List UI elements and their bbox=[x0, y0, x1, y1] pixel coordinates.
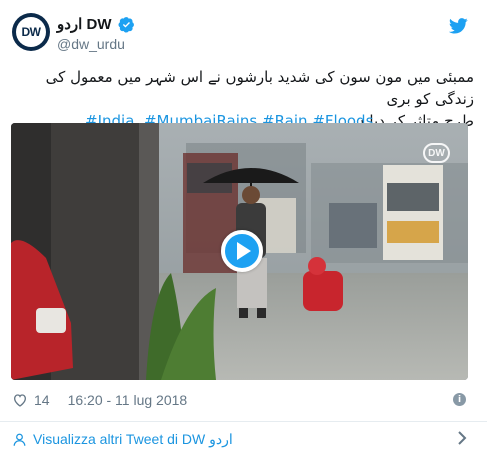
more-tweets-label[interactable]: Visualizza altri Tweet di DW اردو bbox=[33, 431, 233, 448]
divider bbox=[0, 421, 487, 422]
tweet-text-line1: ممبئی میں مون سون کی شدید بارشوں نے اس ش… bbox=[45, 68, 474, 108]
dw-watermark: DW bbox=[423, 143, 450, 163]
video-player[interactable]: DW bbox=[11, 123, 468, 380]
play-icon[interactable] bbox=[221, 230, 263, 272]
like-count[interactable]: 14 bbox=[34, 392, 50, 408]
verified-badge-icon bbox=[118, 16, 134, 33]
author-name-row[interactable]: DW اردو bbox=[57, 15, 135, 33]
heart-icon[interactable] bbox=[12, 392, 28, 408]
avatar[interactable]: DW bbox=[12, 13, 50, 51]
timestamp[interactable]: 16:20 - 11 lug 2018 bbox=[68, 392, 188, 408]
person-icon bbox=[13, 433, 26, 446]
tweet-meta: 14 16:20 - 11 lug 2018 bbox=[12, 392, 187, 408]
info-icon[interactable]: i bbox=[453, 393, 466, 406]
chevron-right-icon[interactable] bbox=[457, 431, 467, 445]
handle[interactable]: @dw_urdu bbox=[57, 36, 125, 52]
more-tweets-link[interactable]: Visualizza altri Tweet di DW اردو bbox=[12, 429, 475, 449]
tweet-card: DW DW اردو @dw_urdu ممبئی میں مون سون کی… bbox=[0, 0, 487, 454]
avatar-logo: DW bbox=[16, 17, 46, 47]
display-name[interactable]: DW اردو bbox=[57, 15, 112, 33]
twitter-bird-icon[interactable] bbox=[449, 18, 468, 34]
